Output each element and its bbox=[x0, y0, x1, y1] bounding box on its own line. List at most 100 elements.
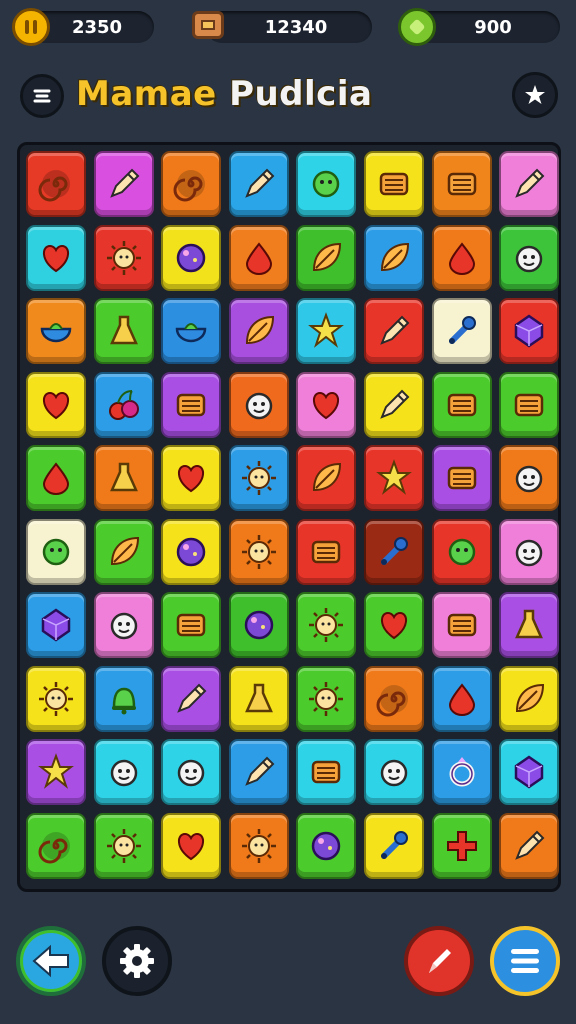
tile-heart[interactable] bbox=[161, 445, 222, 511]
tile-face[interactable] bbox=[499, 518, 560, 585]
tile-drop[interactable] bbox=[431, 665, 492, 732]
tile-bell[interactable] bbox=[93, 665, 154, 732]
tile-star[interactable] bbox=[363, 445, 424, 511]
tile-leaf[interactable] bbox=[93, 518, 154, 585]
gem-icon bbox=[514, 755, 544, 789]
tile-cross[interactable] bbox=[431, 812, 492, 879]
tile-cherry[interactable] bbox=[93, 371, 154, 438]
tile-spiral[interactable] bbox=[26, 812, 86, 879]
tile-face[interactable] bbox=[499, 445, 560, 511]
share-button[interactable] bbox=[404, 926, 474, 996]
tile-blob[interactable] bbox=[296, 151, 357, 217]
tile-heart[interactable] bbox=[26, 371, 86, 438]
tile-box[interactable] bbox=[431, 371, 492, 438]
tile-face[interactable] bbox=[93, 592, 154, 658]
tile-spiral[interactable] bbox=[363, 665, 424, 732]
tile-gem[interactable] bbox=[499, 739, 560, 805]
tile-box[interactable] bbox=[161, 592, 222, 658]
tile-box[interactable] bbox=[431, 592, 492, 658]
tile-gem[interactable] bbox=[26, 592, 86, 658]
tile-pencil[interactable] bbox=[93, 151, 154, 217]
sun-icon bbox=[241, 461, 276, 495]
tile-face[interactable] bbox=[363, 739, 424, 805]
tile-pencil[interactable] bbox=[363, 371, 424, 438]
tile-flask[interactable] bbox=[93, 445, 154, 511]
tile-pencil[interactable] bbox=[363, 298, 424, 364]
tile-leaf[interactable] bbox=[296, 224, 357, 291]
tile-ring[interactable] bbox=[431, 739, 492, 805]
coin-pause-icon[interactable] bbox=[12, 8, 50, 46]
tile-face[interactable] bbox=[161, 739, 222, 805]
tile-pencil[interactable] bbox=[228, 739, 289, 805]
tile-wrench[interactable] bbox=[363, 812, 424, 879]
tile-flask[interactable] bbox=[93, 298, 154, 364]
tile-wrench[interactable] bbox=[431, 298, 492, 364]
tile-heart[interactable] bbox=[161, 812, 222, 879]
tile-heart[interactable] bbox=[363, 592, 424, 658]
tile-face[interactable] bbox=[93, 739, 154, 805]
tile-sun[interactable] bbox=[296, 665, 357, 732]
tile-box[interactable] bbox=[499, 371, 560, 438]
tile-box[interactable] bbox=[363, 151, 424, 217]
settings-button[interactable] bbox=[102, 926, 172, 996]
pencil-icon bbox=[429, 949, 451, 973]
flask-icon bbox=[515, 609, 544, 639]
tile-pencil[interactable] bbox=[499, 812, 560, 879]
tile-drop[interactable] bbox=[26, 445, 86, 511]
tile-flask[interactable] bbox=[228, 665, 289, 732]
tile-sun[interactable] bbox=[93, 224, 154, 291]
tile-wrench[interactable] bbox=[363, 518, 424, 585]
tile-sun[interactable] bbox=[228, 518, 289, 585]
tile-ball[interactable] bbox=[296, 812, 357, 879]
tile-bowl[interactable] bbox=[161, 298, 222, 364]
tile-pencil[interactable] bbox=[228, 151, 289, 217]
gem-icon[interactable] bbox=[398, 8, 436, 46]
tile-sun[interactable] bbox=[228, 445, 289, 511]
tile-star[interactable] bbox=[26, 739, 86, 805]
tile-sun[interactable] bbox=[296, 592, 357, 658]
tile-box[interactable] bbox=[161, 371, 222, 438]
tile-ball[interactable] bbox=[228, 592, 289, 658]
drop-icon bbox=[448, 241, 475, 275]
tile-heart[interactable] bbox=[296, 371, 357, 438]
tile-spiral[interactable] bbox=[161, 151, 222, 217]
tile-box[interactable] bbox=[431, 151, 492, 217]
back-button[interactable] bbox=[16, 926, 86, 996]
tile-pencil[interactable] bbox=[499, 151, 560, 217]
blob-icon bbox=[42, 538, 70, 565]
tile-leaf[interactable] bbox=[296, 445, 357, 511]
tile-star[interactable] bbox=[296, 298, 357, 364]
menu-toggle-button[interactable] bbox=[20, 74, 64, 118]
tile-heart[interactable] bbox=[26, 224, 86, 291]
tile-blob[interactable] bbox=[431, 518, 492, 585]
tile-sun[interactable] bbox=[228, 812, 289, 879]
tile-drop[interactable] bbox=[228, 224, 289, 291]
tile-flask[interactable] bbox=[499, 592, 560, 658]
tile-box[interactable] bbox=[431, 445, 492, 511]
menu-button[interactable] bbox=[490, 926, 560, 996]
tile-pencil[interactable] bbox=[161, 665, 222, 732]
blob-icon bbox=[448, 538, 475, 565]
tile-leaf[interactable] bbox=[499, 665, 560, 732]
tile-face[interactable] bbox=[228, 371, 289, 438]
tile-sun[interactable] bbox=[26, 665, 86, 732]
favorite-button[interactable] bbox=[512, 72, 558, 118]
tile-sun[interactable] bbox=[93, 812, 154, 879]
spiral-icon bbox=[376, 684, 408, 716]
tile-leaf[interactable] bbox=[228, 298, 289, 364]
tile-gem[interactable] bbox=[499, 298, 560, 364]
tile-ball[interactable] bbox=[161, 518, 222, 585]
tile-drop[interactable] bbox=[431, 224, 492, 291]
tile-ball[interactable] bbox=[161, 224, 222, 291]
tile-leaf[interactable] bbox=[363, 224, 424, 291]
tile-face[interactable] bbox=[499, 224, 560, 291]
chest-icon[interactable] bbox=[192, 11, 224, 39]
heart-icon bbox=[178, 464, 205, 493]
tile-spiral[interactable] bbox=[26, 151, 86, 217]
tile-blob[interactable] bbox=[26, 518, 86, 585]
sun-icon bbox=[241, 534, 276, 569]
sun-icon bbox=[309, 608, 344, 642]
tile-box[interactable] bbox=[296, 518, 357, 585]
tile-box[interactable] bbox=[296, 739, 357, 805]
tile-bowl[interactable] bbox=[26, 298, 86, 364]
